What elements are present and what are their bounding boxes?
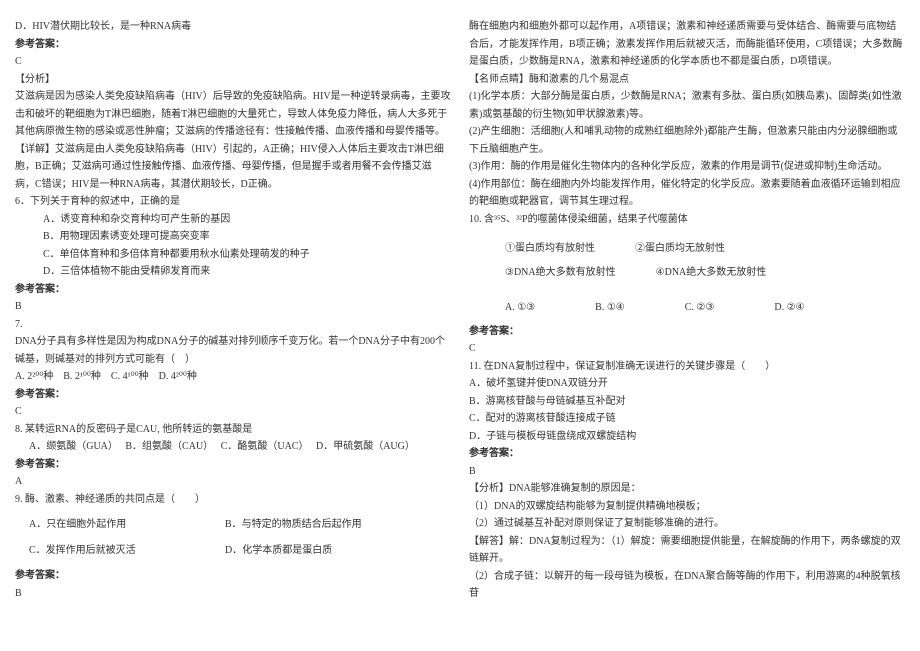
point-1: (1)化学本质：大部分酶是蛋白质，少数酶是RNA；激素有多肽、蛋白质(如胰岛素)… bbox=[469, 88, 905, 123]
option-d: D．HIV潜伏期比较长，是一种RNA病毒 bbox=[15, 18, 451, 36]
q10-D: D. ②④ bbox=[774, 299, 804, 317]
q8-opt-d: D．甲硫氨酸（AUG） bbox=[316, 441, 415, 452]
q8-answer-label: 参考答案： bbox=[15, 456, 451, 474]
q9-row2: C．发挥作用后就被灭活 D．化学本质都是蛋白质 bbox=[15, 542, 451, 560]
q6-opt-c: C．单倍体育种和多倍体育种都要用秋水仙素处理萌发的种子 bbox=[15, 246, 451, 264]
analysis-label: 【分析】 bbox=[15, 71, 451, 89]
point-3: (3)作用：酶的作用是催化生物体内的各种化学反应，激素的作用是调节(促进或抑制)… bbox=[469, 158, 905, 176]
analysis-r10: 【解答】解：DNA复制过程为：（1）解旋：需要细胞提供能量，在解旋酶的作用下，两… bbox=[469, 533, 905, 568]
q10-opt-1: ①蛋白质均有放射性 bbox=[505, 240, 595, 258]
q10-B: B. ①④ bbox=[595, 299, 625, 317]
q9-row1: A．只在细胞外起作用 B．与特定的物质结合后起作用 bbox=[15, 516, 451, 534]
q10-row2: ③DNA绝大多数有放射性 ④DNA绝大多数无放射性 bbox=[469, 264, 905, 282]
q8-answer: A bbox=[15, 473, 451, 491]
q8-opt-a: A．缬氨酸（GUA） bbox=[15, 441, 118, 452]
q7-answer-label: 参考答案： bbox=[15, 386, 451, 404]
q6-opt-b: B．用物理因素诱变处理可提高突变率 bbox=[15, 228, 451, 246]
q9-answer-label: 参考答案： bbox=[15, 567, 451, 585]
q11-opt-d: D．子链与模板母链盘绕成双螺旋结构 bbox=[469, 428, 905, 446]
analysis-text-2: 【详解】艾滋病是由人类免疫缺陷病毒（HIV）引起的，A正确；HIV侵入人体后主要… bbox=[15, 141, 451, 194]
analysis-r7: 【分析】DNA能够准确复制的原因是： bbox=[469, 480, 905, 498]
point-2: (2)产生细胞：活细胞(人和哺乳动物的成熟红细胞除外)都能产生酶，但激素只能由内… bbox=[469, 123, 905, 158]
q6-opt-a: A．诱变育种和杂交育种均可产生新的基因 bbox=[15, 211, 451, 229]
question-8: 8. 某转运RNA的反密码子是CAU, 他所转运的氨基酸是 bbox=[15, 421, 451, 439]
q8-options-row: A．缬氨酸（GUA） B．组氨酸（CAU） C．酪氨酸（UAC） D．甲硫氨酸（… bbox=[15, 438, 451, 456]
q6-answer: B bbox=[15, 298, 451, 316]
q10-row1: ①蛋白质均有放射性 ②蛋白质均无放射性 bbox=[469, 240, 905, 258]
q11-answer-label: 参考答案： bbox=[469, 445, 905, 463]
q9-opt-a: A．只在细胞外起作用 bbox=[15, 516, 225, 534]
q7-options: A. 2²⁰⁰种 B. 2¹⁰⁰种 C. 4¹⁰⁰种 D. 4²⁰⁰种 bbox=[15, 368, 451, 386]
q10-answer-label: 参考答案： bbox=[469, 323, 905, 341]
point-4: (4)作用部位：酶在细胞内外均能发挥作用，催化特定的化学反应。激素要随着血液循环… bbox=[469, 176, 905, 211]
q10-answer: C bbox=[469, 340, 905, 358]
left-column: D．HIV潜伏期比较长，是一种RNA病毒 参考答案： C 【分析】 艾滋病是因为… bbox=[15, 18, 451, 603]
q10-C: C. ②③ bbox=[685, 299, 715, 317]
two-column-layout: D．HIV潜伏期比较长，是一种RNA病毒 参考答案： C 【分析】 艾滋病是因为… bbox=[0, 0, 920, 621]
question-6: 6．下列关于育种的叙述中，正确的是 bbox=[15, 193, 451, 211]
q6-answer-label: 参考答案： bbox=[15, 281, 451, 299]
q7-text: DNA分子具有多样性是因为构成DNA分子的碱基对排列顺序千变万化。若一个DNA分… bbox=[15, 333, 451, 368]
q9-opt-d: D．化学本质都是蛋白质 bbox=[225, 542, 332, 560]
q9-opt-b: B．与特定的物质结合后起作用 bbox=[225, 516, 362, 534]
q10-letters: A. ①③ B. ①④ C. ②③ D. ②④ bbox=[469, 299, 905, 317]
q11-opt-c: C．配对的游离核苷酸连接成子链 bbox=[469, 410, 905, 428]
explanation-1: 酶在细胞内和细胞外都可以起作用，A项错误；激素和神经递质需要与受体结合、酶需要与… bbox=[469, 18, 905, 71]
question-11: 11. 在DNA复制过程中，保证复制准确无误进行的关键步骤是（ ） bbox=[469, 358, 905, 376]
analysis-r11: （2）合成子链：以解开的每一段母链为模板，在DNA聚合酶等酶的作用下，利用游离的… bbox=[469, 568, 905, 603]
analysis-text-1: 艾滋病是因为感染人类免疫缺陷病毒（HIV）后导致的免疫缺陷病。HIV是一种逆转录… bbox=[15, 88, 451, 141]
teacher-note: 【名师点睛】酶和激素的几个易混点 bbox=[469, 71, 905, 89]
q11-opt-b: B．游离核苷酸与母链碱基互补配对 bbox=[469, 393, 905, 411]
answer-label: 参考答案： bbox=[15, 36, 451, 54]
question-7: 7. bbox=[15, 316, 451, 334]
q8-opt-b: B．组氨酸（CAU） bbox=[125, 441, 213, 452]
question-10: 10. 含³⁵S、³²P的噬菌体侵染细菌，结果子代噬菌体 bbox=[469, 211, 905, 229]
analysis-r8: （1）DNA的双螺旋结构能够为复制提供精确地模板； bbox=[469, 498, 905, 516]
q11-opt-a: A．破坏氢键并使DNA双链分开 bbox=[469, 375, 905, 393]
q10-opt-3: ③DNA绝大多数有放射性 bbox=[505, 264, 616, 282]
q6-opt-d: D．三倍体植物不能由受精卵发育而来 bbox=[15, 263, 451, 281]
q7-answer: C bbox=[15, 403, 451, 421]
q10-opt-4: ④DNA绝大多数无放射性 bbox=[656, 264, 767, 282]
q8-opt-c: C．酪氨酸（UAC） bbox=[221, 441, 309, 452]
right-column: 酶在细胞内和细胞外都可以起作用，A项错误；激素和神经递质需要与受体结合、酶需要与… bbox=[469, 18, 905, 603]
analysis-r9: （2）通过碱基互补配对原则保证了复制能够准确的进行。 bbox=[469, 515, 905, 533]
q10-opt-2: ②蛋白质均无放射性 bbox=[635, 240, 725, 258]
q9-answer: B bbox=[15, 585, 451, 603]
q10-A: A. ①③ bbox=[505, 299, 535, 317]
q11-answer: B bbox=[469, 463, 905, 481]
answer-value: C bbox=[15, 53, 451, 71]
q9-opt-c: C．发挥作用后就被灭活 bbox=[15, 542, 225, 560]
question-9: 9. 酶、激素、神经递质的共同点是（ ） bbox=[15, 491, 451, 509]
